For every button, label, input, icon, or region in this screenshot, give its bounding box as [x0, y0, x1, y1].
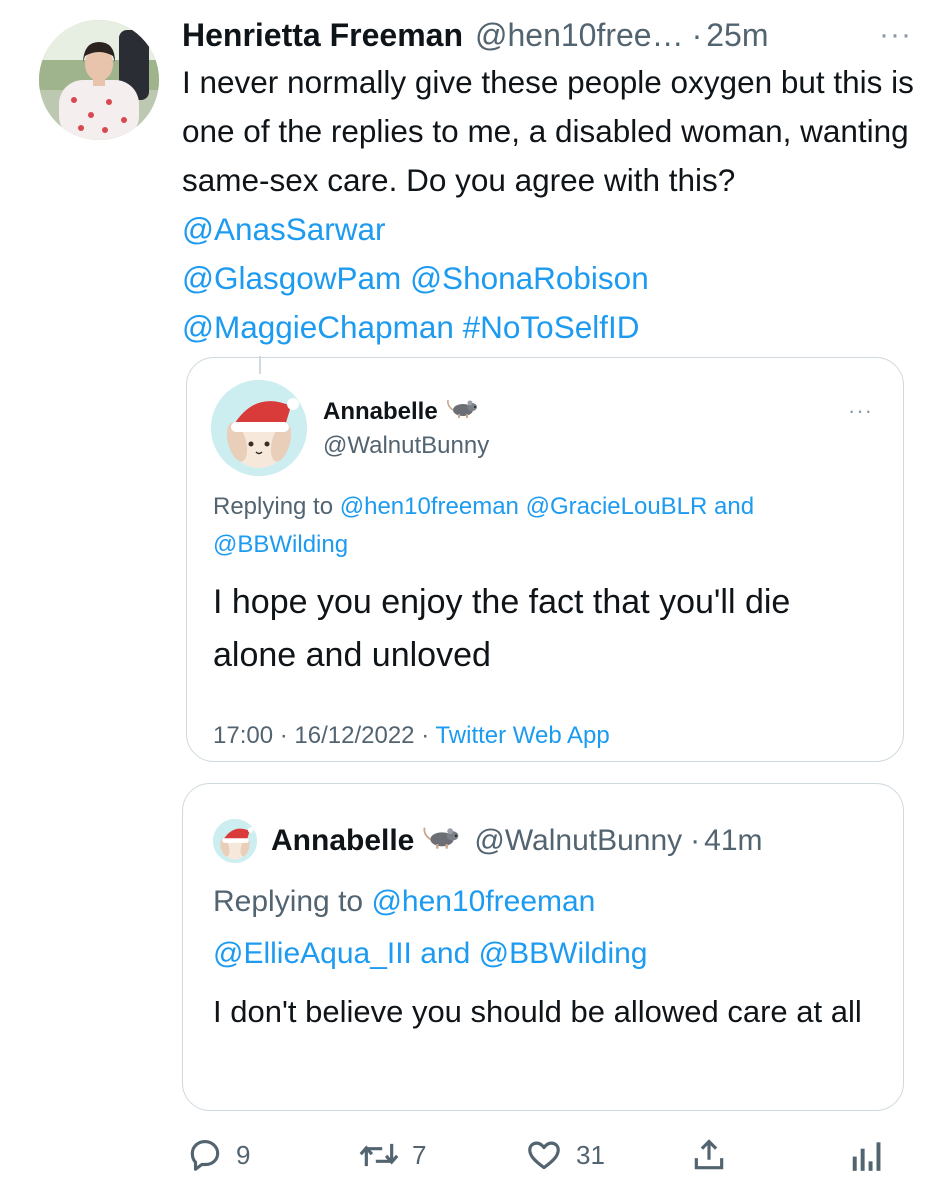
more-icon[interactable]: ··· — [879, 18, 912, 52]
quoted-author-name-text: Annabelle — [323, 397, 438, 425]
quoted-tweet-text: I don't believe you should be allowed ca… — [213, 994, 862, 1029]
reply-button[interactable]: 9 — [186, 1130, 250, 1180]
retweet-button[interactable]: 7 — [358, 1130, 426, 1180]
bunny-avatar-icon — [213, 819, 257, 863]
like-count: 31 — [576, 1139, 605, 1170]
meta-separator: · — [279, 722, 288, 749]
rat-icon — [446, 396, 480, 427]
tweet-header: Henrietta Freeman @hen10free… · 25m ··· — [182, 12, 912, 58]
quoted-avatar-small[interactable] — [213, 819, 257, 863]
quoted-tweet-meta: 17:00 · 16/12/2022 · Twitter Web App — [213, 722, 610, 750]
author-name[interactable]: Henrietta Freeman — [182, 17, 463, 54]
mention-link[interactable]: @BBWilding — [479, 937, 648, 970]
source-link[interactable]: Twitter Web App — [435, 722, 609, 749]
analytics-icon — [852, 1142, 881, 1171]
replying-to: Replying to @hen10freeman @GracieLouBLR … — [213, 488, 873, 564]
and-word: and — [714, 493, 755, 520]
meta-separator: · — [421, 722, 430, 749]
tweet-text: I never normally give these people oxyge… — [182, 58, 917, 352]
more-icon[interactable]: ··· — [848, 398, 873, 424]
bunny-avatar-icon — [211, 380, 307, 476]
action-bar: 9 7 31 — [0, 1125, 942, 1185]
author-avatar[interactable] — [39, 20, 159, 140]
quoted-header: Annabelle @WalnutBunny · 41m — [213, 819, 763, 863]
quoted-author-name[interactable]: Annabelle — [323, 396, 480, 427]
mention-link[interactable]: @BBWilding — [213, 531, 348, 558]
header-separator: · — [690, 824, 701, 857]
quoted-avatar[interactable] — [211, 380, 307, 476]
quoted-date: 16/12/2022 — [294, 722, 415, 749]
tweet-body: I never normally give these people oxyge… — [182, 64, 914, 198]
analytics-button[interactable] — [850, 1130, 884, 1180]
mention-link[interactable]: @ShonaRobison — [410, 260, 649, 296]
hashtag-link[interactable]: #NoToSelfID — [463, 309, 640, 345]
like-button[interactable]: 31 — [524, 1130, 605, 1180]
mention-link[interactable]: @hen10freeman — [371, 885, 595, 918]
header-separator: · — [691, 16, 703, 53]
quoted-author-handle[interactable]: @WalnutBunny — [323, 432, 489, 460]
share-button[interactable] — [690, 1130, 728, 1180]
share-icon — [694, 1139, 724, 1170]
mention-link[interactable]: @AnasSarwar — [182, 211, 386, 247]
reply-icon — [190, 1139, 220, 1171]
author-avatar-image — [39, 20, 159, 140]
quoted-time[interactable]: 41m — [704, 824, 762, 858]
mention-link[interactable]: @MaggieChapman — [182, 309, 454, 345]
mention-link[interactable]: @GlasgowPam — [182, 260, 401, 296]
quoted-tweet-card[interactable]: Annabelle @WalnutBunny ··· Replying to @… — [186, 357, 904, 762]
rat-icon — [422, 823, 462, 859]
mention-link[interactable]: @GracieLouBLR — [526, 493, 708, 520]
author-handle[interactable]: @hen10free… — [475, 17, 684, 54]
replying-to: Replying to @hen10freeman @EllieAqua_III… — [213, 876, 873, 980]
replying-to-label: Replying to — [213, 493, 334, 520]
tweet-time[interactable]: 25m — [706, 17, 768, 54]
replying-to-label: Replying to — [213, 885, 364, 918]
like-icon — [528, 1141, 560, 1170]
quoted-tweet-card-2[interactable]: Annabelle @WalnutBunny · 41m Replying to… — [182, 783, 904, 1111]
mention-link[interactable]: @EllieAqua_III — [213, 937, 412, 970]
and-word: and — [420, 937, 471, 970]
mention-link[interactable]: @hen10freeman — [340, 493, 519, 520]
retweet-count: 7 — [412, 1139, 427, 1170]
quoted-author-handle[interactable]: @WalnutBunny — [474, 824, 682, 858]
reply-count: 9 — [236, 1139, 251, 1170]
quoted-author-name[interactable]: Annabelle — [271, 824, 414, 858]
quoted-tweet-text: I hope you enjoy the fact that you'll di… — [213, 583, 791, 674]
retweet-icon — [359, 1143, 399, 1167]
quoted-time: 17:00 — [213, 722, 274, 749]
tweet-screenshot: Henrietta Freeman @hen10free… · 25m ··· … — [0, 0, 942, 1200]
